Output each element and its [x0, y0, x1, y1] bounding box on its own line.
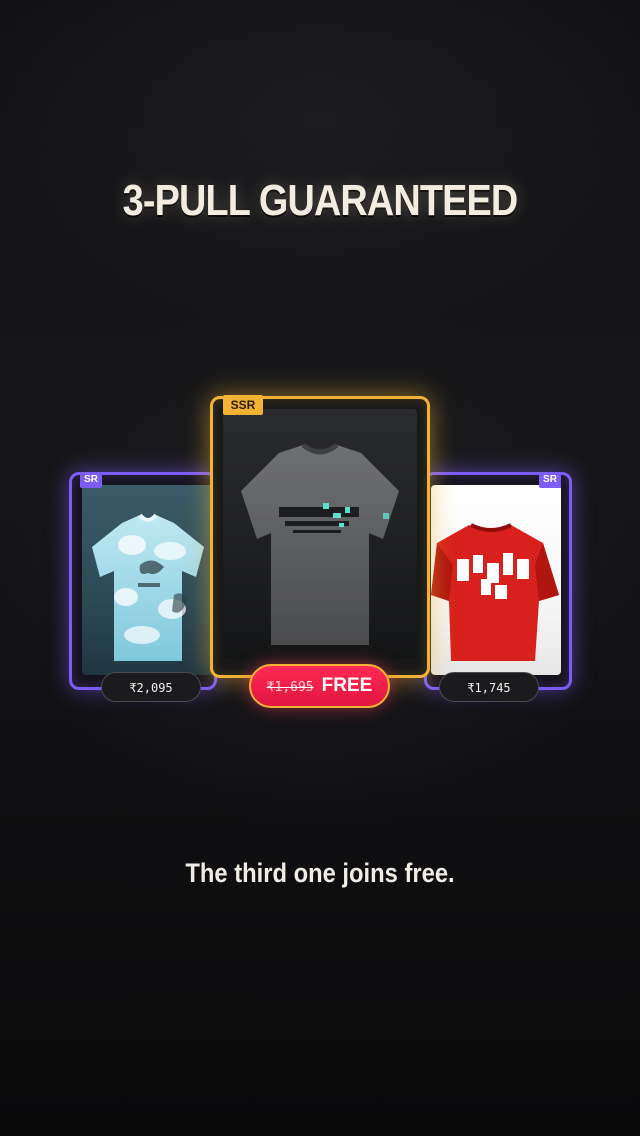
- reveal-screen: 3-PULL GUARANTEED SR SR SSR ₹2,095 ₹1,74…: [0, 0, 640, 1136]
- tshirt-image-grey: [241, 442, 399, 645]
- product-photo-left: [82, 485, 214, 675]
- original-price-struck: ₹1,695: [266, 680, 314, 695]
- free-label: FREE: [321, 675, 373, 696]
- price-tag-right: ₹1,745: [439, 672, 539, 702]
- tshirt-image-red: [431, 523, 559, 661]
- tier-badge-sr: SR: [80, 472, 102, 488]
- price-tag-left: ₹2,095: [101, 672, 201, 702]
- card-right-sr[interactable]: SR: [424, 472, 572, 690]
- free-deal-pill[interactable]: ₹1,695 FREE: [249, 664, 390, 708]
- product-photo-center: [223, 409, 417, 659]
- card-center-ssr[interactable]: SSR: [210, 395, 430, 678]
- tier-badge-ssr: SSR: [223, 395, 263, 415]
- tshirt-image-blue-tiedye: [92, 513, 204, 661]
- tier-badge-sr: SR: [539, 472, 561, 488]
- headline: 3-PULL GUARANTEED: [122, 176, 519, 225]
- product-photo-right: [431, 485, 561, 675]
- tagline: The third one joins free.: [185, 858, 455, 888]
- card-left-sr[interactable]: SR: [69, 472, 217, 690]
